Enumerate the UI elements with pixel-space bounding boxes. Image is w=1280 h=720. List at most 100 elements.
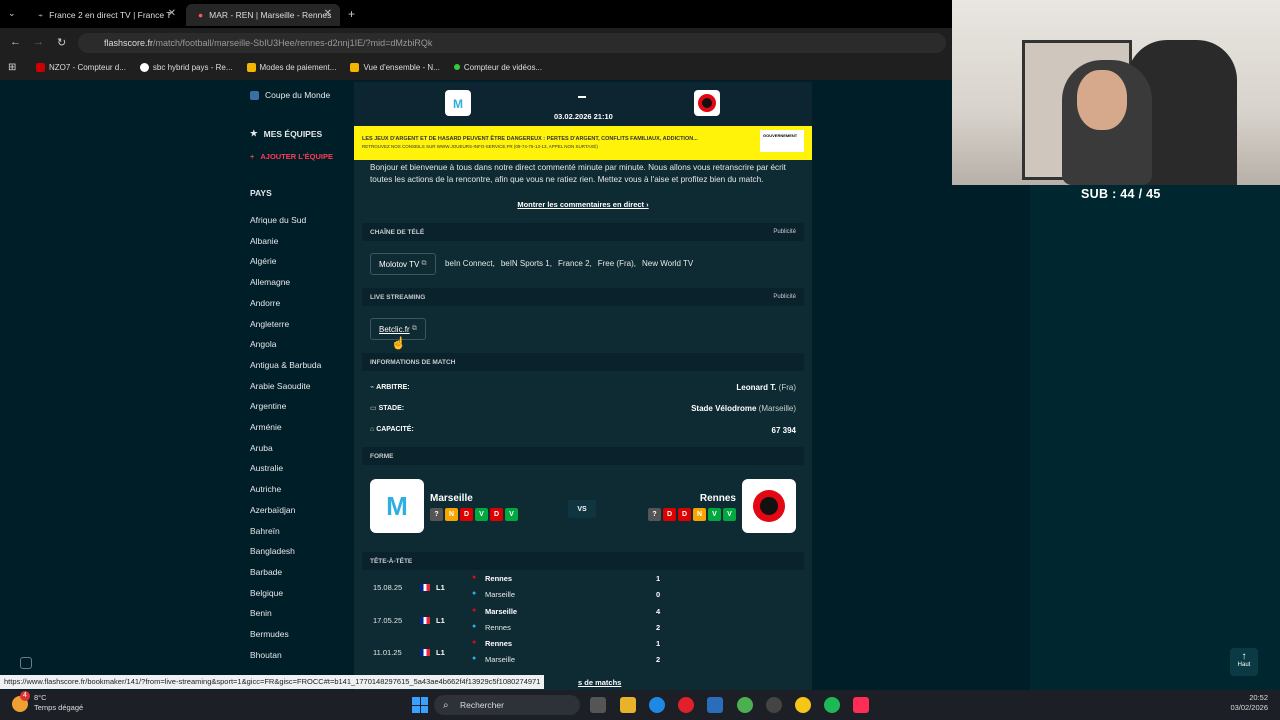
bookmark-label: Compteur de vidéos... [463, 62, 543, 72]
bookmark-label: Vue d'ensemble - N... [363, 62, 440, 72]
streaming-section-header: LIVE STREAMING Publicité [362, 288, 804, 306]
sidebar-country-item[interactable]: Angleterre [250, 319, 289, 329]
more-matches-link[interactable]: s de matchs [578, 678, 621, 687]
taskbar-search[interactable]: ⌕ Rechercher [434, 695, 580, 715]
close-tab-icon[interactable]: ✕ [168, 8, 176, 19]
sidebar-country-item[interactable]: Allemagne [250, 277, 290, 287]
mouse-cursor-icon: ☝ [391, 336, 406, 350]
h2h-row[interactable]: 11.01.25 L1 ● Rennes 1 ● Marseille 2 [362, 637, 804, 669]
form-badge[interactable]: D [678, 508, 691, 521]
h2h-row[interactable]: 17.05.25 L1 ● Marseille 4 ● Rennes 2 [362, 605, 804, 637]
sidebar-country-item[interactable]: Bahreïn [250, 526, 280, 536]
h2h-section-header: TÊTE-À-TÊTE [362, 552, 804, 570]
app-icon[interactable] [766, 697, 782, 713]
edge-icon[interactable] [649, 697, 665, 713]
gov-label: GOUVERNEMENT [763, 133, 798, 138]
sidebar-country-item[interactable]: Afrique du Sud [250, 215, 306, 225]
close-tab-icon[interactable]: ✕ [324, 8, 332, 19]
sidebar-country-item[interactable]: Autriche [250, 484, 281, 494]
molotov-tv-button[interactable]: Molotov TV ⧉ [370, 253, 436, 275]
form-badge[interactable]: V [708, 508, 721, 521]
chrome-icon[interactable] [737, 697, 753, 713]
file-explorer-icon[interactable] [620, 697, 636, 713]
sidebar-country-item[interactable]: Algérie [250, 256, 276, 266]
apps-grid-icon[interactable]: ⊞ [8, 62, 16, 73]
shield-icon[interactable] [20, 657, 32, 669]
sidebar-country-item[interactable]: Azerbaïdjan [250, 505, 295, 515]
sidebar-country-item[interactable]: Barbade [250, 567, 282, 577]
form-badge[interactable]: D [663, 508, 676, 521]
marseille-logo[interactable]: M [445, 90, 471, 116]
form-badge[interactable]: V [723, 508, 736, 521]
tab-flashscore[interactable]: ● MAR - REN | Marseille - Rennes ✕ [186, 4, 340, 26]
sidebar-country-item[interactable]: Andorre [250, 298, 280, 308]
reload-icon[interactable]: ↻ [57, 36, 66, 49]
sidebar-country-item[interactable]: Belgique [250, 588, 283, 598]
add-team-button[interactable]: + AJOUTER L'ÉQUIPE [250, 152, 333, 161]
form-badge[interactable]: ? [430, 508, 443, 521]
sidebar-country-item[interactable]: Antigua & Barbuda [250, 360, 321, 370]
tab-list-icon[interactable]: ⌄ [8, 8, 16, 19]
show-comments-link[interactable]: Montrer les commentaires en direct › [354, 200, 812, 209]
form-badge[interactable]: D [490, 508, 503, 521]
channel-item: New World TV [641, 259, 694, 268]
bookmark-item[interactable]: sbc hybrid pays - Re... [139, 62, 233, 72]
system-clock[interactable]: 20:52 03/02/2026 [1230, 693, 1268, 713]
browser-chrome: ⌄ ⌁ France 2 en direct TV | France T ✕ ●… [0, 0, 952, 80]
back-icon[interactable]: ← [10, 36, 21, 48]
form-badge[interactable]: N [693, 508, 706, 521]
bookmark-item[interactable]: Vue d'ensemble - N... [350, 62, 440, 72]
warning-line-1: LES JEUX D'ARGENT ET DE HASARD PEUVENT Ê… [362, 136, 698, 142]
vs-badge: VS [568, 500, 596, 518]
sidebar-country-item[interactable]: Benin [250, 608, 272, 618]
tiktok-icon[interactable] [853, 697, 869, 713]
my-teams-header: ★ MES ÉQUIPES [250, 128, 322, 139]
sidebar-country-item[interactable]: Angola [250, 339, 276, 349]
form-badge[interactable]: ? [648, 508, 661, 521]
sidebar-country-item[interactable]: Aruba [250, 443, 273, 453]
sidebar-country-item[interactable]: Bermudes [250, 629, 289, 639]
stadium-row: ▭ STADE: Stade Vélodrome (Marseille) [370, 404, 796, 413]
app-yellow-icon[interactable] [795, 697, 811, 713]
spotify-icon[interactable] [824, 697, 840, 713]
opera-icon[interactable] [678, 697, 694, 713]
rennes-logo[interactable] [694, 90, 720, 116]
form-badge[interactable]: D [460, 508, 473, 521]
match-header: M 03.02.2026 21:10 [354, 82, 812, 126]
weather-widget[interactable]: 8°C Temps dégagé [34, 693, 83, 713]
sidebar-country-item[interactable]: Albanie [250, 236, 278, 246]
h2h-score1: 4 [656, 606, 661, 616]
sidebar-country-item[interactable]: Argentine [250, 401, 286, 411]
bookmark-item[interactable]: Modes de paiement... [246, 62, 336, 72]
address-bar[interactable]: flashscore.fr/match/football/marseille-S… [78, 33, 946, 53]
forward-icon[interactable]: → [33, 36, 44, 48]
rennes-team-card[interactable] [742, 479, 796, 533]
tab-strip: ⌄ ⌁ France 2 en direct TV | France T ✕ ●… [0, 0, 952, 28]
windows-start-icon[interactable] [412, 697, 428, 713]
bookmark-item[interactable]: Compteur de vidéos... [453, 62, 543, 72]
bookmark-item[interactable]: NZO7 - Compteur d... [36, 62, 126, 72]
task-view-icon[interactable] [590, 697, 606, 713]
green-dot-icon [453, 64, 460, 70]
sidebar-item-coupe-du-monde[interactable]: Coupe du Monde [250, 90, 330, 100]
referee-label: ARBITRE: [376, 384, 410, 391]
marseille-team-card[interactable]: M [370, 479, 424, 533]
h2h-row[interactable]: 15.08.25 L1 ● Rennes 1 ● Marseille 0 [362, 572, 804, 604]
form-badge[interactable]: V [505, 508, 518, 521]
away-team-name[interactable]: Rennes [700, 493, 736, 504]
form-badge[interactable]: V [475, 508, 488, 521]
status-bar-url: https://www.flashscore.fr/bookmaker/141/… [0, 675, 545, 689]
bookmark-favicon-icon [36, 62, 45, 72]
new-tab-icon[interactable]: + [348, 7, 355, 21]
sidebar-country-item[interactable]: Arabie Saoudite [250, 381, 311, 391]
store-icon[interactable] [707, 697, 723, 713]
form-badge[interactable]: N [445, 508, 458, 521]
home-team-name[interactable]: Marseille [430, 493, 473, 504]
back-to-top-button[interactable]: ↑ Haut [1230, 648, 1258, 676]
search-icon: ⌕ [443, 699, 449, 711]
sidebar-country-item[interactable]: Bangladesh [250, 546, 295, 556]
sidebar-country-item[interactable]: Australie [250, 463, 283, 473]
tab-france2[interactable]: ⌁ France 2 en direct TV | France T ✕ [26, 4, 184, 26]
sidebar-country-item[interactable]: Bhoutan [250, 650, 282, 660]
sidebar-country-item[interactable]: Arménie [250, 422, 282, 432]
